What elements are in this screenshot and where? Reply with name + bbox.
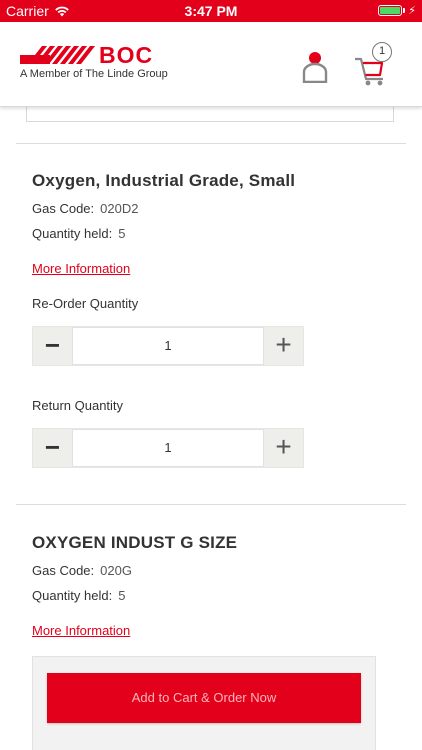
cart-button[interactable]: 1 [352,42,400,86]
battery-icon [378,5,403,16]
logo-stripes [20,46,95,64]
add-to-cart-order-now-button[interactable]: Add to Cart & Order Now [47,673,361,723]
return-quantity-input[interactable]: 1 [72,429,264,467]
reorder-increment-button[interactable]: + [264,327,303,365]
product-title: OXYGEN INDUST G SIZE [32,533,238,552]
quantity-held-label: Quantity held: [32,226,113,241]
quantity-held-label: Quantity held: [32,588,113,603]
quantity-held-row: Quantity held: 5 [32,226,125,241]
previous-item-box [26,106,394,122]
status-bar-right: ⚡ [378,4,416,17]
product-list: Oxygen, Industrial Grade, Small Gas Code… [0,106,422,750]
quantity-held-value: 5 [118,226,126,241]
quantity-held-value: 5 [118,588,126,603]
gas-code-label: Gas Code: [32,201,95,216]
return-quantity-label: Return Quantity [32,398,124,413]
more-information-link[interactable]: More Information [32,623,130,638]
status-bar: Carrier 3:47 PM ⚡ [0,0,422,22]
gas-code-label: Gas Code: [32,563,95,578]
reorder-quantity-label: Re-Order Quantity [32,296,139,311]
boc-logo[interactable]: BOC A Member of The Linde Group [20,42,180,86]
logo-tagline: A Member of The Linde Group [20,68,168,80]
reorder-quantity-stepper: − 1 + [32,326,304,366]
product-title: Oxygen, Industrial Grade, Small [32,171,296,190]
reorder-decrement-button[interactable]: − [33,327,72,365]
cart-count-badge: 1 [372,42,392,62]
clock: 3:47 PM [184,3,238,19]
divider [16,504,406,505]
user-icon[interactable] [302,51,328,83]
logo-wordmark: BOC [99,42,154,68]
more-information-link[interactable]: More Information [32,261,130,276]
gas-code-row: Gas Code: 020G [32,563,132,578]
battery-cap [403,8,406,13]
battery-level [380,7,401,14]
lightning-icon: ⚡ [408,5,416,17]
order-panel: Add to Cart & Order Now [32,656,376,750]
return-decrement-button[interactable]: − [33,429,72,467]
divider [16,143,406,144]
return-increment-button[interactable]: + [264,429,303,467]
gas-code-value: 020D2 [100,201,139,216]
gas-code-value: 020G [100,563,132,578]
quantity-held-row: Quantity held: 5 [32,588,125,603]
return-quantity-stepper: − 1 + [32,428,304,468]
reorder-quantity-input[interactable]: 1 [72,327,264,365]
gas-code-row: Gas Code: 020D2 [32,201,138,216]
app-header: BOC A Member of The Linde Group 1 [0,22,422,107]
